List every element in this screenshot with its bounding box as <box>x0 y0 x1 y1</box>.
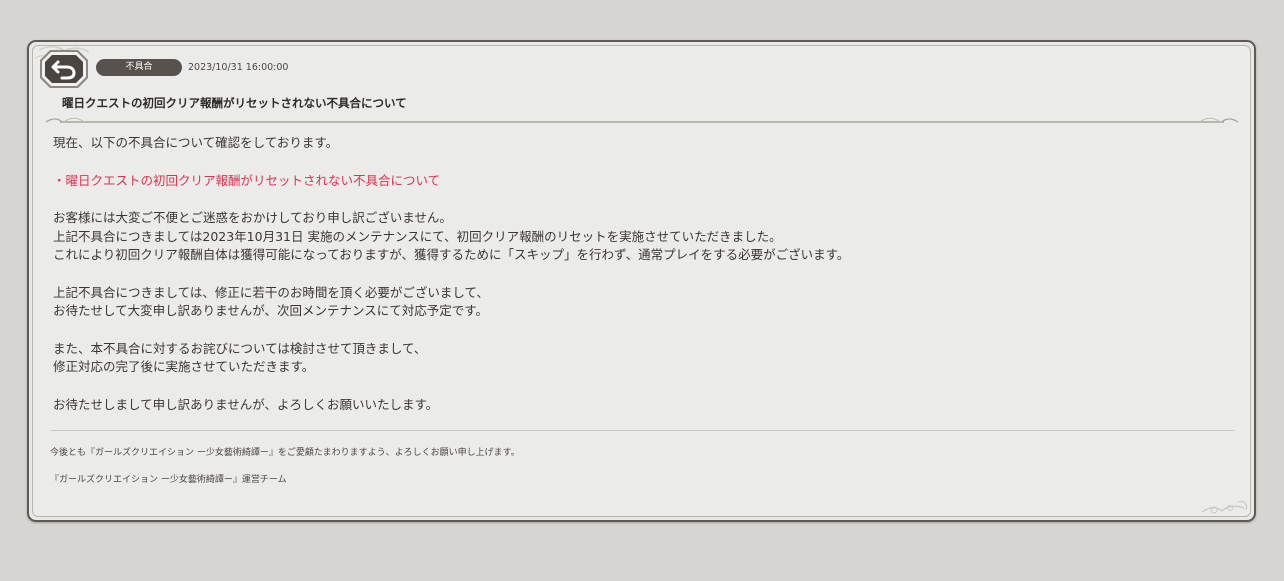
body-line: 上記不具合につきましては2023年10月31日 実施のメンテナンスにて、初回クリ… <box>53 228 782 244</box>
body-line: 修正対応の完了後に実施させていただきます。 <box>53 359 315 374</box>
body-line: また、本不具合に対するお詫びについては検討させて頂きまして、 <box>53 340 427 356</box>
footer-divider <box>50 430 1234 431</box>
body-line: お客様には大変ご不便とご迷惑をおかけしており申し訳ございません。 <box>53 210 452 225</box>
notice-screen: 不具合 2023/10/31 16:00:00 曜日クエストの初回クリア報酬がリ… <box>0 0 1284 581</box>
corner-ornament-bottom-right <box>1201 500 1248 514</box>
title-divider-ornament <box>45 117 1239 123</box>
footer-signature: 『ガールズクリエイション ー少女藝術綺譚ー』運営チーム <box>50 475 287 485</box>
issue-highlight: ・曜日クエストの初回クリア報酬がリセットされない不具合について <box>53 172 441 188</box>
post-datetime: 2023/10/31 16:00:00 <box>188 62 289 73</box>
back-button[interactable] <box>38 48 90 90</box>
category-badge: 不具合 <box>96 59 182 76</box>
closing-text: お待たせしまして申し訳ありませんが、よろしくお願いいたします。 <box>53 396 439 412</box>
body-line: 上記不具合につきましては、修正に若干のお時間を頂く必要がございまして、 <box>53 284 489 300</box>
return-arrow-icon <box>40 50 88 88</box>
body-line: お待たせして大変申し訳ありませんが、次回メンテナンスにて対応予定です。 <box>53 303 489 318</box>
body-line: これにより初回クリア報酬自体は獲得可能になっておりますが、獲得するために「スキッ… <box>53 247 850 262</box>
notice-body: 現在、以下の不具合について確認をしております。 ・曜日クエストの初回クリア報酬が… <box>53 134 1223 414</box>
footer-thanks: 今後とも『ガールズクリエイション ー少女藝術綺譚ー』をご愛顧たまわりますよう、よ… <box>50 448 520 458</box>
intro-text: 現在、以下の不具合について確認をしております。 <box>53 135 339 150</box>
notice-title: 曜日クエストの初回クリア報酬がリセットされない不具合について <box>62 96 407 110</box>
